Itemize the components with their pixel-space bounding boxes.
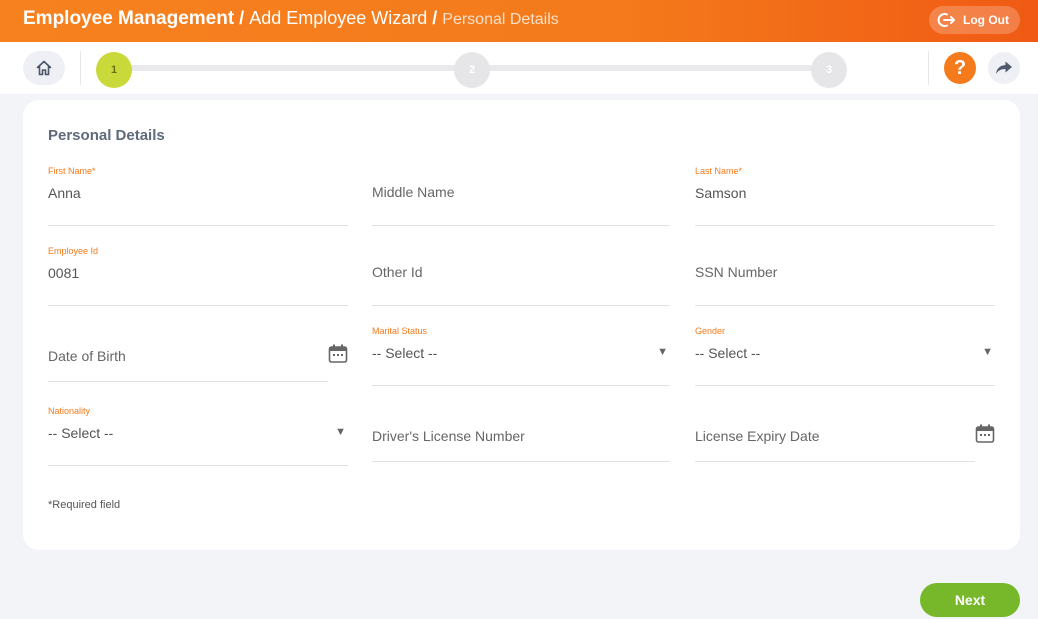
other-id-input[interactable]: Other Id: [372, 264, 423, 280]
home-button[interactable]: [23, 51, 65, 85]
home-icon: [36, 60, 52, 76]
logout-label: Log Out: [963, 13, 1009, 27]
last-name-label: Last Name*: [695, 166, 743, 176]
next-button[interactable]: Next: [920, 583, 1020, 617]
gender-select[interactable]: Gender -- Select -- ▼: [695, 326, 995, 386]
employee-id-label: Employee Id: [48, 246, 99, 256]
employee-id-field[interactable]: Employee Id 0081: [48, 246, 348, 306]
breadcrumb-separator: /: [432, 8, 438, 28]
help-button[interactable]: ?: [944, 52, 976, 84]
step-2[interactable]: 2: [454, 52, 490, 88]
breadcrumb: Employee Management / Add Employee Wizar…: [23, 8, 559, 32]
gender-value: -- Select --: [695, 345, 761, 361]
chevron-down-icon: ▼: [657, 346, 668, 358]
form-title: Personal Details: [48, 127, 165, 144]
last-name-field[interactable]: Last Name* Samson: [695, 166, 995, 226]
divider: [80, 51, 81, 85]
nationality-value: -- Select --: [48, 425, 114, 441]
employee-id-input[interactable]: 0081: [48, 265, 79, 281]
marital-status-value: -- Select --: [372, 345, 438, 361]
breadcrumb-wizard[interactable]: Add Employee Wizard: [249, 8, 427, 29]
drivers-license-field[interactable]: Driver's License Number: [372, 402, 670, 462]
required-field-note: *Required field: [48, 499, 121, 511]
step-1[interactable]: 1: [96, 52, 132, 88]
share-arrow-icon: [996, 61, 1012, 74]
date-of-birth-input[interactable]: Date of Birth: [48, 348, 126, 364]
last-name-input[interactable]: Samson: [695, 185, 746, 201]
marital-status-select[interactable]: Marital Status -- Select -- ▼: [372, 326, 670, 386]
chevron-down-icon: ▼: [335, 426, 346, 438]
nationality-label: Nationality: [48, 406, 91, 416]
marital-status-label: Marital Status: [372, 326, 428, 336]
logout-button[interactable]: Log Out: [929, 6, 1020, 34]
first-name-label: First Name*: [48, 166, 96, 176]
breadcrumb-module[interactable]: Employee Management: [23, 8, 234, 30]
share-button[interactable]: [988, 52, 1020, 84]
gender-label: Gender: [695, 326, 726, 336]
date-of-birth-field[interactable]: Date of Birth: [48, 322, 328, 382]
calendar-icon[interactable]: [975, 424, 995, 444]
calendar-icon[interactable]: [328, 344, 348, 364]
top-bar: Employee Management / Add Employee Wizar…: [0, 0, 1038, 42]
drivers-license-input[interactable]: Driver's License Number: [372, 428, 525, 444]
other-id-field[interactable]: Other Id: [372, 246, 670, 306]
help-icon: ?: [953, 56, 967, 79]
chevron-down-icon: ▼: [982, 346, 993, 358]
middle-name-input[interactable]: Middle Name: [372, 184, 454, 200]
nationality-select[interactable]: Nationality -- Select -- ▼: [48, 406, 348, 466]
first-name-input[interactable]: Anna: [48, 185, 81, 201]
breadcrumb-current-page: Personal Details: [442, 11, 559, 28]
first-name-field[interactable]: First Name* Anna: [48, 166, 348, 226]
divider: [928, 51, 929, 85]
logout-icon: [936, 10, 956, 30]
license-expiry-field[interactable]: License Expiry Date: [695, 402, 975, 462]
ssn-field[interactable]: SSN Number: [695, 246, 995, 306]
personal-details-card: Personal Details First Name* Anna Middle…: [23, 100, 1020, 550]
license-expiry-input[interactable]: License Expiry Date: [695, 428, 820, 444]
ssn-input[interactable]: SSN Number: [695, 264, 777, 280]
wizard-progress-bar: 1 2 3 ?: [0, 42, 1038, 94]
step-3[interactable]: 3: [811, 52, 847, 88]
breadcrumb-separator: /: [239, 8, 245, 28]
middle-name-field[interactable]: Middle Name: [372, 166, 670, 226]
